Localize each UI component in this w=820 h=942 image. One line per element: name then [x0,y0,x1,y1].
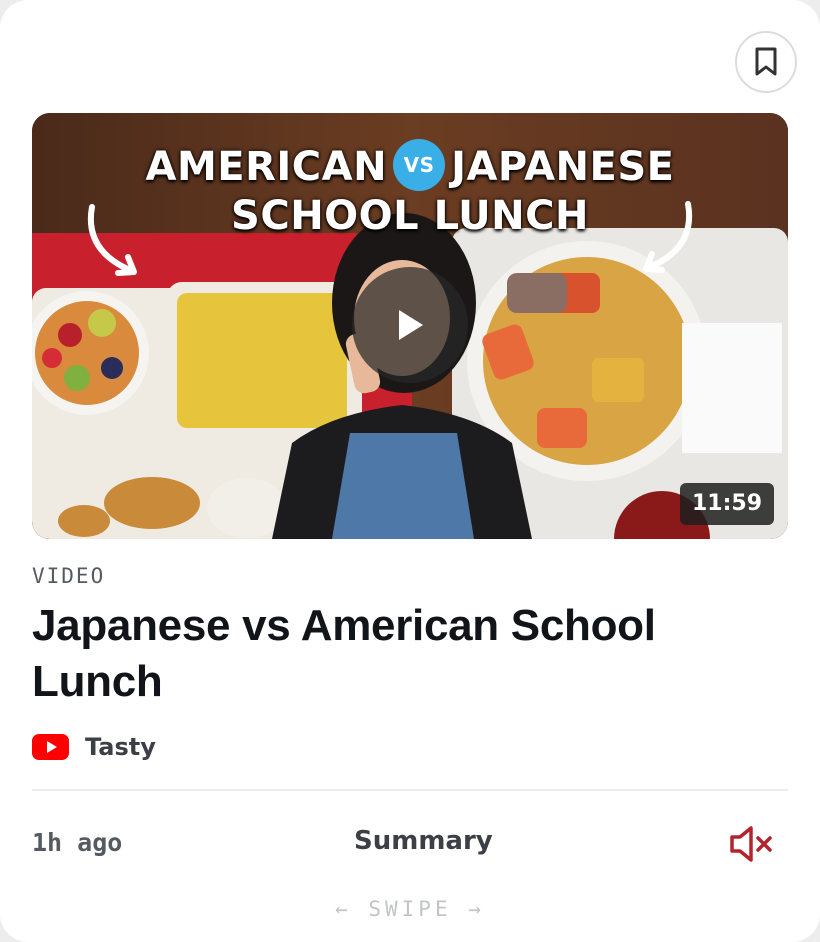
video-thumbnail[interactable]: AMERICAN VS JAPANESE SCHOOL LUNCH 11:59 [32,113,788,539]
content-type-label: VIDEO [32,564,106,588]
play-icon [399,310,423,340]
summary-button[interactable]: Summary [354,826,493,856]
video-duration: 11:59 [680,483,774,525]
vs-badge: VS [393,139,446,191]
source-name: Tasty [85,733,156,761]
thumbnail-title-right: JAPANESE [451,144,675,190]
article-title[interactable]: Japanese vs American School Lunch [32,598,772,710]
bookmark-icon [755,47,777,76]
play-button[interactable] [352,267,468,383]
bookmark-button[interactable] [735,31,797,93]
thumbnail-title-line-1: AMERICAN VS JAPANESE [32,139,788,195]
mute-button[interactable] [726,822,776,866]
speaker-muted-icon [730,826,772,862]
time-ago: 1h ago [32,828,123,857]
right-arrow-decoration [643,201,693,273]
news-card: AMERICAN VS JAPANESE SCHOOL LUNCH 11:59 VI… [0,0,820,942]
thumbnail-title-left: AMERICAN [145,144,388,190]
youtube-icon [32,734,69,760]
swipe-hint: ← SWIPE → [335,897,485,921]
source-link[interactable]: Tasty [32,733,156,761]
divider [32,789,788,791]
left-arrow-decoration [87,204,137,276]
